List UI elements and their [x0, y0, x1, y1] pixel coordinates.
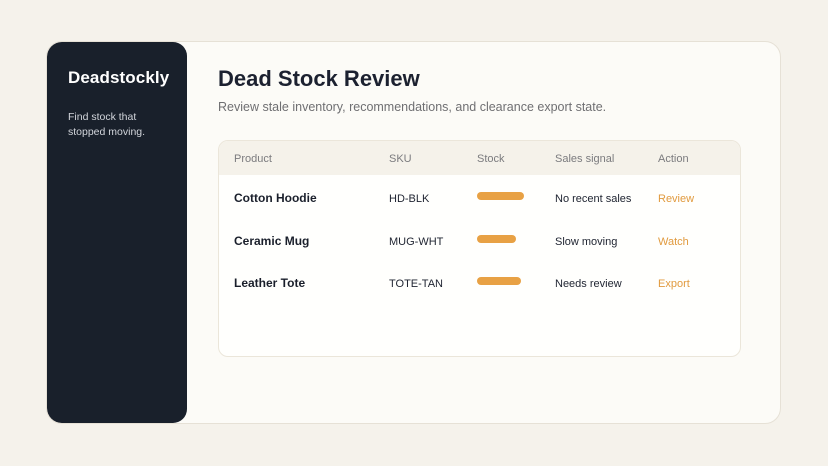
table-header: Product SKU Stock Sales signal Action [219, 141, 740, 175]
stock-level-bar [477, 277, 521, 285]
product-sku: MUG-WHT [389, 235, 444, 248]
product-sku: HD-BLK [389, 193, 430, 205]
product-sku: TOTE-TAN [389, 278, 443, 290]
header-stock: Stock [477, 153, 505, 165]
stock-level-bar [477, 234, 516, 243]
table-row: Cotton Hoodie HD-BLK No recent sales Rev… [219, 177, 740, 220]
table-row: Ceramic Mug MUG-WHT Slow moving Watch [219, 220, 740, 263]
stock-level-bar [477, 192, 524, 200]
header-sales-signal: Sales signal [555, 153, 615, 165]
review-action-link[interactable]: Review [658, 193, 694, 206]
page-subtitle: Review stale inventory, recommendations,… [218, 100, 607, 114]
header-sku: SKU [389, 153, 412, 165]
sales-signal: No recent sales [555, 193, 632, 205]
app-window: Deadstockly Find stock that stopped movi… [46, 41, 781, 424]
main-content: Dead Stock Review Review stale inventory… [218, 42, 780, 423]
brand-tagline: Find stock that stopped moving. [68, 111, 146, 138]
header-action: Action [658, 153, 689, 165]
brand-logo[interactable]: Deadstockly [68, 68, 187, 88]
table-row: Leather Tote TOTE-TAN Needs review Expor… [219, 262, 740, 305]
header-product: Product [234, 153, 272, 165]
watch-action-link[interactable]: Watch [658, 236, 689, 249]
inventory-table: Product SKU Stock Sales signal Action Co… [218, 140, 741, 357]
page-title: Dead Stock Review [218, 66, 420, 91]
product-name: Cotton Hoodie [234, 191, 317, 205]
sales-signal: Slow moving [555, 235, 618, 248]
product-name: Leather Tote [234, 276, 306, 290]
product-name: Ceramic Mug [234, 233, 310, 248]
export-action-link[interactable]: Export [658, 278, 690, 291]
sidebar: Deadstockly Find stock that stopped movi… [47, 42, 187, 423]
sales-signal: Needs review [555, 278, 622, 290]
